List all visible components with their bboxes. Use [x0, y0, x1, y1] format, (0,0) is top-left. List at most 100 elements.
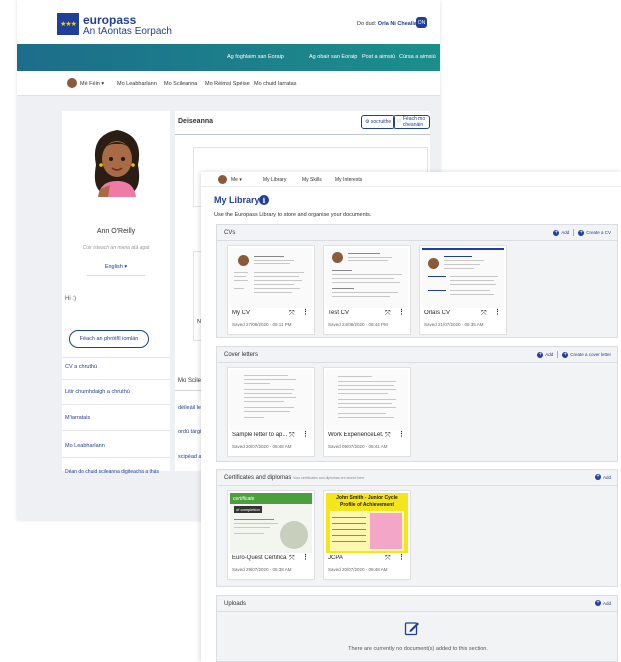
- expand-icon[interactable]: ⤧: [385, 555, 391, 562]
- edit-document-icon: [404, 622, 419, 636]
- cert-subheading: of completion: [234, 506, 262, 513]
- nav-item-skills[interactable]: Mo Scileanna: [164, 81, 197, 87]
- add-label: Add: [561, 230, 570, 235]
- top-link-work[interactable]: Ag obair san Eoraip: [309, 54, 357, 60]
- nav-item-me[interactable]: Me ▾: [231, 177, 242, 183]
- kebab-menu-icon[interactable]: ⋮: [494, 309, 501, 316]
- create-cv-button[interactable]: + Create a CV: [578, 229, 611, 236]
- divider: [217, 240, 617, 241]
- expand-icon[interactable]: ⤧: [385, 310, 391, 317]
- add-cv-button[interactable]: + Add: [553, 229, 570, 236]
- add-certificate-button[interactable]: + Add: [594, 474, 611, 480]
- nav-item-library[interactable]: My Library: [263, 177, 286, 183]
- document-name[interactable]: Work ExperienceLet...: [328, 432, 383, 438]
- add-upload-button[interactable]: + Add: [594, 600, 611, 606]
- cv-line: [234, 272, 248, 273]
- info-icon[interactable]: i: [259, 195, 269, 205]
- kebab-menu-icon[interactable]: ⋮: [302, 431, 309, 438]
- link-create-cover-letter[interactable]: Litir chumhdaigh a chruthú: [65, 389, 169, 395]
- link-library[interactable]: Mo Leabharlann: [65, 443, 169, 449]
- nav-item-interests[interactable]: Mo Réimsí Spéise: [205, 81, 250, 87]
- view-profile-button[interactable]: Féach an phróifíl iomlán: [69, 330, 149, 348]
- top-link-course[interactable]: Cúrsa a aimsiú: [399, 54, 436, 60]
- top-link-learn[interactable]: Ag foghlaim san Eoraip: [227, 54, 284, 60]
- document-card-certificate[interactable]: certificate of completion Euro-Quest Cer…: [227, 490, 315, 580]
- document-card-cv[interactable]: Orlaís CV Saved 21/07/2020 - 05:35 AM ⤧ …: [419, 245, 507, 335]
- add-cover-letter-button[interactable]: + Add: [537, 351, 553, 358]
- cv-line: [348, 260, 388, 261]
- section-uploads: Uploads + Add There are currently no docu…: [216, 595, 618, 662]
- profile-tagline[interactable]: Cuir isteach an mana atá agat: [62, 245, 170, 251]
- nav-item-skills[interactable]: My Skills: [302, 177, 322, 183]
- language-select[interactable]: English ▾: [62, 264, 170, 270]
- settings-button[interactable]: ⚙ socruithe: [361, 115, 396, 129]
- letter-line: [244, 401, 284, 402]
- cv-line: [254, 280, 302, 281]
- document-card-certificate[interactable]: John Smith - Junior Cycle Profile of Ach…: [323, 490, 411, 580]
- section-cover-letters: Cover letters + Add + Create a cover lette…: [216, 346, 618, 462]
- empty-state-message: There are currently no document(s) added…: [348, 646, 488, 652]
- cv-line: [332, 274, 402, 275]
- link-create-cv[interactable]: CV a chruthú: [65, 364, 169, 370]
- section-actions: + Add: [594, 600, 611, 606]
- document-card-letter[interactable]: Work ExperienceLet... Saved 09/07/2020 -…: [323, 367, 411, 457]
- kebab-menu-icon[interactable]: ⋮: [398, 309, 405, 316]
- document-name[interactable]: Euro-Quest Certifica...: [232, 555, 287, 561]
- document-card-letter[interactable]: Sample letter to ap... Saved 20/07/2020 …: [227, 367, 315, 457]
- divider: [62, 357, 170, 358]
- expand-icon[interactable]: ⤧: [385, 432, 391, 439]
- favourites-button[interactable]: ♡ Féach mo cheanáin: [393, 115, 430, 129]
- signed-in-status: Do dud: Orla Ni Cheallaigh: [357, 21, 425, 27]
- expand-icon[interactable]: ⤧: [289, 310, 295, 317]
- plus-circle-icon: +: [594, 474, 601, 480]
- page-subtitle: Use the Europass Library to store and or…: [214, 212, 372, 218]
- document-card-cv[interactable]: My CV Saved 27/08/2020 - 05:11 PM ⤧ ⋮: [227, 245, 315, 335]
- nav-item-library[interactable]: Mo Leabharlann: [117, 81, 157, 87]
- kebab-menu-icon[interactable]: ⋮: [302, 309, 309, 316]
- create-cover-letter-button[interactable]: + Create a cover letter: [562, 351, 611, 358]
- letter-line: [244, 379, 296, 380]
- document-thumbnail: [230, 248, 312, 308]
- cv-line: [254, 272, 304, 273]
- nav-item-me[interactable]: Mé Féin ▾: [80, 81, 104, 87]
- brand-name[interactable]: europass: [83, 13, 136, 27]
- kebab-menu-icon[interactable]: ⋮: [302, 554, 309, 561]
- link-digital-skills[interactable]: Déan do chuid scileanna digiteacha a thá…: [65, 469, 169, 475]
- letter-line: [244, 383, 270, 384]
- divider: [62, 457, 170, 458]
- document-date: Saved 09/07/2020 - 05:41 AM: [328, 444, 388, 449]
- add-label: Add: [602, 474, 611, 480]
- document-name[interactable]: Orlaís CV: [424, 310, 479, 316]
- kebab-menu-icon[interactable]: ⋮: [398, 554, 405, 561]
- expand-icon[interactable]: ⤧: [289, 555, 295, 562]
- expand-icon[interactable]: ⤧: [481, 310, 487, 317]
- cv-photo: [238, 255, 249, 266]
- cv-line: [254, 256, 284, 257]
- cv-line: [234, 288, 244, 289]
- my-library-screenshot: Me ▾ My Library My Skills My Interests M…: [201, 172, 621, 662]
- expand-icon[interactable]: ⤧: [289, 432, 295, 439]
- nav-item-applications[interactable]: Mo chuid Iarratas: [254, 81, 297, 87]
- document-name[interactable]: Test CV: [328, 310, 383, 316]
- nav-item-interests[interactable]: My Interests: [335, 177, 362, 183]
- document-name[interactable]: Sample letter to ap...: [232, 432, 287, 438]
- kebab-menu-icon[interactable]: ⋮: [398, 431, 405, 438]
- link-applications[interactable]: M'iarratais: [65, 415, 169, 421]
- cv-line: [332, 270, 352, 271]
- document-name[interactable]: JCPA: [328, 555, 383, 561]
- divider: [62, 404, 170, 405]
- panel-underline: [175, 134, 430, 135]
- cv-line: [444, 264, 480, 265]
- section-title: Uploads: [224, 601, 247, 607]
- plus-circle-icon: +: [562, 351, 569, 358]
- document-card-cv[interactable]: Test CV Saved 24/08/2020 - 09:44 PM ⤧ ⋮: [323, 245, 411, 335]
- section-cvs: CVs + Add + Create a CV My CV Saved 27/0…: [216, 224, 618, 338]
- letter-line: [244, 407, 294, 408]
- cv-line: [450, 290, 490, 291]
- user-avatar-icon[interactable]: ON: [416, 17, 427, 28]
- cv-line: [254, 260, 294, 261]
- top-link-job[interactable]: Post a aimsiú: [362, 54, 395, 60]
- letter-line: [338, 393, 388, 394]
- nav-avatar-icon: [218, 175, 227, 184]
- document-name[interactable]: My CV: [232, 310, 287, 316]
